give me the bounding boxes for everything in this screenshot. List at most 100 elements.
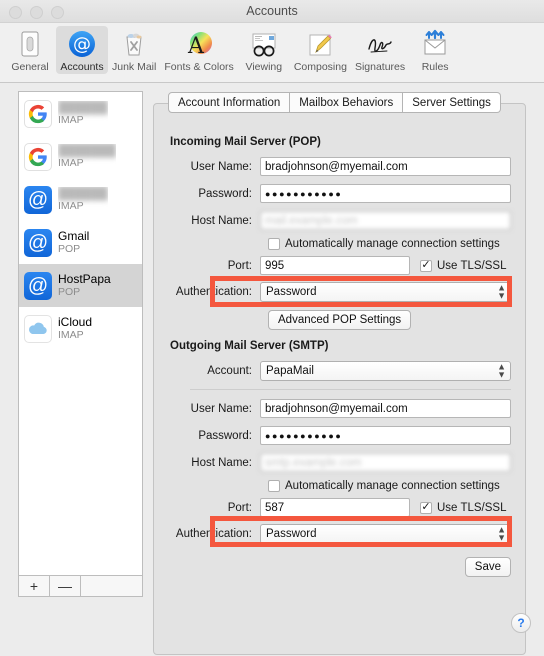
save-row: Save xyxy=(168,557,511,577)
outgoing-port-label: Port: xyxy=(227,501,252,514)
svg-text:A: A xyxy=(187,34,205,59)
server-settings-form: Incoming Mail Server (POP) User Name: Pa… xyxy=(154,126,525,577)
outgoing-auth-label: Authentication: xyxy=(175,528,252,540)
incoming-port-input[interactable] xyxy=(260,256,410,275)
incoming-auth-value: Password xyxy=(266,286,317,298)
incoming-auto-manage-checkbox[interactable] xyxy=(268,238,280,250)
outgoing-tls-checkbox[interactable] xyxy=(420,501,432,514)
outgoing-auth-row: Authentication: Password ▲ ▼ xyxy=(168,524,511,544)
incoming-auto-manage-row: Automatically manage connection settings xyxy=(268,238,511,250)
signatures-icon xyxy=(364,28,396,60)
incoming-password-row: Password: xyxy=(168,184,511,203)
outgoing-account-select[interactable]: PapaMail ▲ ▼ xyxy=(260,361,511,381)
incoming-password-label: Password: xyxy=(198,187,252,200)
preferences-body: ██████ IMAP ███████ IMAP @ ██████ IMAP @… xyxy=(0,83,544,655)
junk-mail-trash-icon xyxy=(118,28,150,60)
zoom-button[interactable] xyxy=(51,6,64,19)
incoming-hostname-label: Host Name: xyxy=(191,214,252,227)
add-account-button[interactable]: + xyxy=(19,576,50,596)
outgoing-password-input[interactable] xyxy=(260,426,511,445)
toolbar-item-junk-mail[interactable]: Junk Mail xyxy=(108,26,160,74)
outgoing-auto-manage-label: Automatically manage connection settings xyxy=(285,480,500,492)
incoming-auto-manage-label: Automatically manage connection settings xyxy=(285,238,500,250)
toolbar-label: Viewing xyxy=(245,61,283,73)
toolbar-item-accounts[interactable]: @ Accounts xyxy=(56,26,108,74)
toolbar-label: Signatures xyxy=(354,61,406,73)
outgoing-account-row: Account: PapaMail ▲ ▼ xyxy=(168,361,511,381)
general-switch-icon xyxy=(14,28,46,60)
toolbar-label: General xyxy=(11,61,49,73)
window-title: Accounts xyxy=(246,4,298,18)
incoming-auth-select[interactable]: Password ▲ ▼ xyxy=(260,282,511,302)
help-button[interactable]: ? xyxy=(511,613,531,633)
google-icon xyxy=(24,99,52,128)
list-item-selected[interactable]: @ HostPapa POP xyxy=(19,264,142,307)
outgoing-auth-value: Password xyxy=(266,528,317,540)
incoming-hostname-input[interactable] xyxy=(260,211,511,230)
server-settings-panel: Account Information Mailbox Behaviors Se… xyxy=(153,92,526,655)
minimize-button[interactable] xyxy=(30,6,43,19)
accounts-at-icon: @ xyxy=(66,28,98,60)
incoming-username-row: User Name: xyxy=(168,157,511,176)
outgoing-tls-wrap: Use TLS/SSL xyxy=(420,501,507,514)
account-protocol: IMAP xyxy=(58,200,84,213)
tab-mailbox-behaviors[interactable]: Mailbox Behaviors xyxy=(290,92,404,113)
account-name: iCloud xyxy=(58,315,93,329)
incoming-tls-label: Use TLS/SSL xyxy=(437,259,507,272)
close-button[interactable] xyxy=(9,6,22,19)
list-item[interactable]: iCloud IMAP xyxy=(19,307,142,350)
composing-pencil-icon xyxy=(304,28,336,60)
toolbar-label: Fonts & Colors xyxy=(164,61,234,73)
account-name: ███████ xyxy=(58,143,117,157)
outgoing-section-title: Outgoing Mail Server (SMTP) xyxy=(170,340,329,352)
outgoing-auto-manage-checkbox[interactable] xyxy=(268,480,280,492)
outgoing-auth-select[interactable]: Password ▲ ▼ xyxy=(260,524,511,544)
tab-account-information[interactable]: Account Information xyxy=(168,92,291,113)
list-item-text: HostPapa POP xyxy=(58,273,111,299)
incoming-username-input[interactable] xyxy=(260,157,511,176)
account-protocol: IMAP xyxy=(58,114,84,127)
chevron-updown-icon: ▲ ▼ xyxy=(497,361,506,379)
google-icon xyxy=(24,142,52,171)
accounts-list[interactable]: ██████ IMAP ███████ IMAP @ ██████ IMAP @… xyxy=(18,91,143,576)
outgoing-tls-label: Use TLS/SSL xyxy=(437,501,507,514)
incoming-tls-checkbox[interactable] xyxy=(420,259,432,272)
window-titlebar: Accounts xyxy=(0,0,544,23)
tab-server-settings[interactable]: Server Settings xyxy=(403,92,501,113)
outgoing-account-value: PapaMail xyxy=(266,365,314,377)
outgoing-hostname-row: Host Name: xyxy=(168,453,511,472)
list-item[interactable]: @ Gmail POP xyxy=(19,221,142,264)
viewing-glasses-icon xyxy=(248,28,280,60)
list-item-text: iCloud IMAP xyxy=(58,316,92,342)
list-item[interactable]: @ ██████ IMAP xyxy=(19,178,142,221)
toolbar-item-viewing[interactable]: Viewing xyxy=(238,26,290,74)
outgoing-hostname-input[interactable] xyxy=(260,453,511,472)
accounts-list-controls: + — xyxy=(18,576,143,597)
outgoing-divider xyxy=(190,389,511,390)
toolbar-item-composing[interactable]: Composing xyxy=(290,26,351,74)
toolbar-item-general[interactable]: General xyxy=(4,26,56,74)
outgoing-password-label: Password: xyxy=(198,429,252,442)
advanced-pop-settings-button[interactable]: Advanced POP Settings xyxy=(268,310,412,330)
outgoing-username-input[interactable] xyxy=(260,399,511,418)
advanced-pop-row: Advanced POP Settings xyxy=(268,310,511,330)
toolbar-item-fonts-colors[interactable]: A Fonts & Colors xyxy=(160,26,237,74)
toolbar-label: Junk Mail xyxy=(112,61,157,73)
save-button[interactable]: Save xyxy=(464,557,511,577)
remove-account-button[interactable]: — xyxy=(50,576,81,596)
toolbar-item-signatures[interactable]: Signatures xyxy=(351,26,409,74)
list-item-text: ██████ IMAP xyxy=(58,187,108,213)
incoming-password-input[interactable] xyxy=(260,184,511,203)
list-item[interactable]: ██████ IMAP xyxy=(19,92,142,135)
preferences-toolbar: General @ Accounts Junk Mail A Fonts & C… xyxy=(0,23,544,83)
account-name: HostPapa xyxy=(58,272,111,286)
incoming-port-label: Port: xyxy=(227,259,252,272)
toolbar-item-rules[interactable]: Rules xyxy=(409,26,461,74)
outgoing-port-input[interactable] xyxy=(260,498,410,517)
toolbar-label: Rules xyxy=(421,61,449,73)
chevron-updown-icon: ▲ ▼ xyxy=(497,282,506,300)
settings-tabs: Account Information Mailbox Behaviors Se… xyxy=(168,92,501,113)
account-protocol: IMAP xyxy=(58,329,84,342)
fonts-colors-icon: A xyxy=(183,28,215,60)
list-item[interactable]: ███████ IMAP xyxy=(19,135,142,178)
